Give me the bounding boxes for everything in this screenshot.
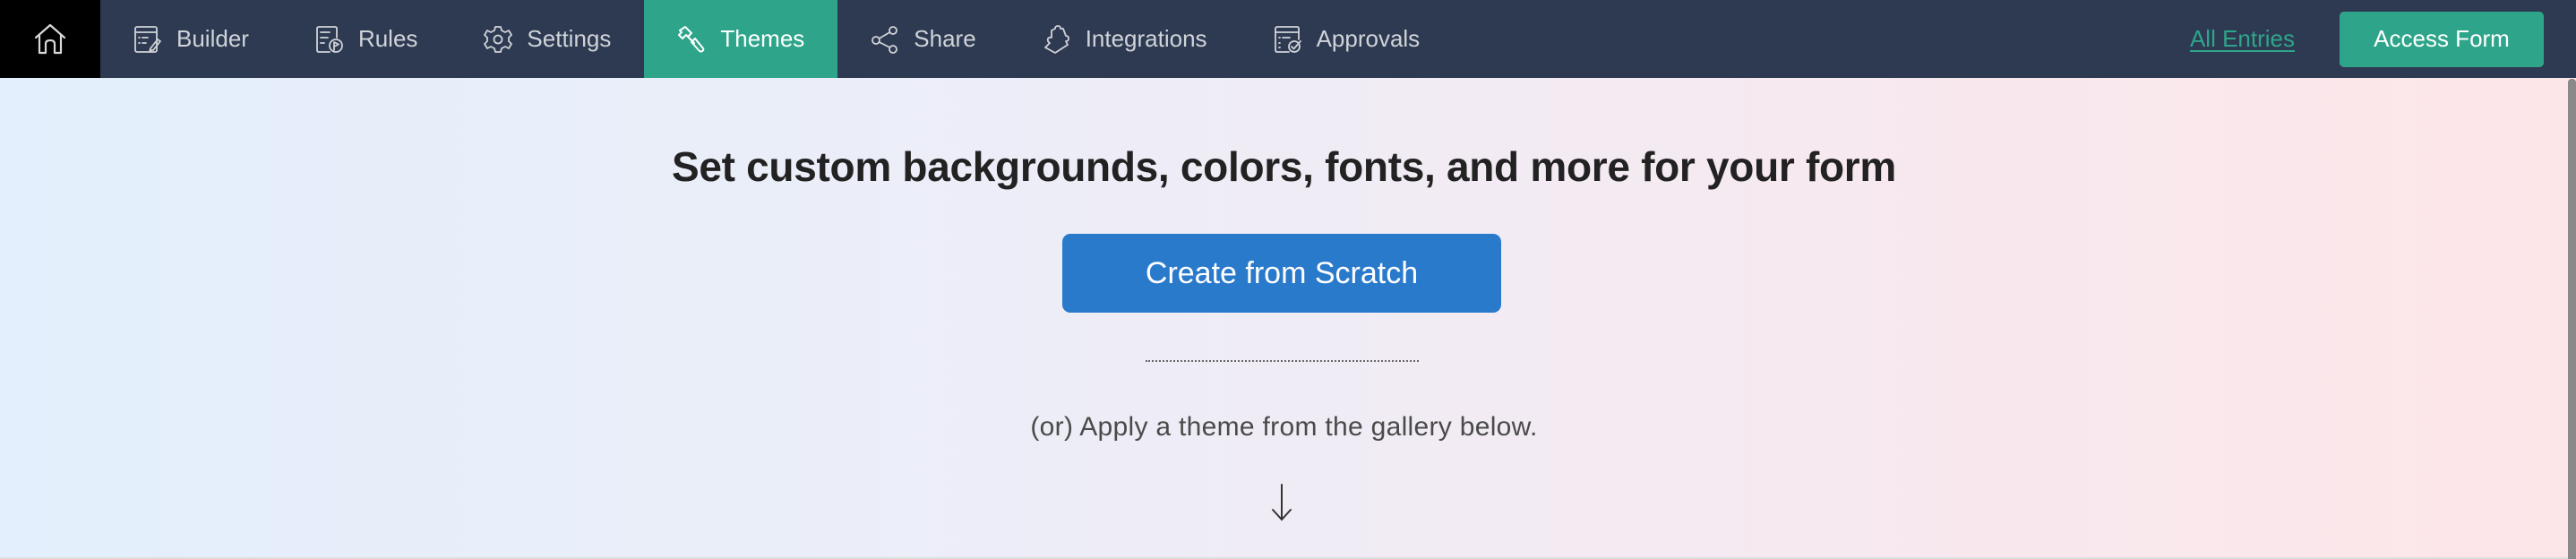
top-navigation: Builder Rules Settings Themes Share Inte… bbox=[0, 0, 2576, 78]
arrow-down-icon bbox=[1272, 484, 1292, 521]
tab-themes[interactable]: Themes bbox=[644, 0, 838, 78]
nav-tabs: Builder Rules Settings Themes Share Inte… bbox=[100, 0, 1453, 78]
tab-share[interactable]: Share bbox=[837, 0, 1009, 78]
tab-integrations[interactable]: Integrations bbox=[1009, 0, 1241, 78]
tab-rules[interactable]: Rules bbox=[282, 0, 451, 78]
tab-share-label: Share bbox=[914, 25, 976, 52]
gallery-hint: (or) Apply a theme from the gallery belo… bbox=[1030, 412, 1538, 442]
create-from-scratch-button[interactable]: Create from Scratch bbox=[1062, 234, 1501, 313]
tab-settings[interactable]: Settings bbox=[451, 0, 644, 78]
share-icon bbox=[872, 25, 898, 54]
tab-builder[interactable]: Builder bbox=[100, 0, 282, 78]
tab-rules-label: Rules bbox=[357, 25, 418, 52]
tab-approvals-label: Approvals bbox=[1316, 25, 1421, 52]
nav-actions: All Entries Access Form bbox=[2190, 0, 2544, 78]
access-form-button[interactable]: Access Form bbox=[2340, 11, 2544, 67]
rules-icon bbox=[316, 25, 343, 53]
dotted-divider bbox=[1146, 360, 1419, 362]
all-entries-link[interactable]: All Entries bbox=[2190, 25, 2295, 53]
page-heading: Set custom backgrounds, colors, fonts, a… bbox=[671, 143, 1896, 190]
puzzle-icon bbox=[1043, 24, 1069, 54]
home-button[interactable] bbox=[0, 0, 100, 78]
paint-roller-icon bbox=[678, 25, 705, 52]
tab-settings-label: Settings bbox=[527, 25, 612, 52]
tab-builder-label: Builder bbox=[176, 25, 249, 52]
tab-integrations-label: Integrations bbox=[1085, 25, 1207, 52]
form-builder-icon bbox=[134, 25, 161, 53]
tab-themes-label: Themes bbox=[720, 25, 805, 52]
tab-approvals[interactable]: Approvals bbox=[1241, 0, 1454, 78]
gear-icon bbox=[484, 25, 513, 53]
home-icon bbox=[34, 23, 66, 54]
approvals-icon bbox=[1274, 25, 1301, 53]
vertical-scrollbar[interactable] bbox=[2568, 79, 2576, 559]
